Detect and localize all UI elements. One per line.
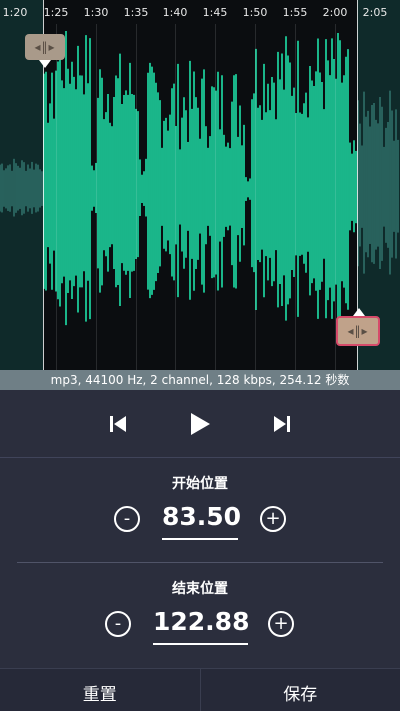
next-button[interactable] bbox=[267, 409, 297, 439]
play-button[interactable] bbox=[185, 409, 215, 439]
tick-label: 1:50 bbox=[242, 6, 268, 19]
end-decrement-button[interactable]: - bbox=[105, 611, 131, 637]
tick-label: 2:00 bbox=[322, 6, 348, 19]
drag-grip-icon: ◂‖▸ bbox=[347, 324, 369, 338]
start-position-value[interactable]: 83.50 bbox=[162, 502, 241, 540]
end-handle[interactable]: ◂‖▸ bbox=[336, 316, 380, 346]
start-position-row: - 83.50 + bbox=[0, 500, 400, 540]
start-position-section: 开始位置 bbox=[0, 473, 400, 493]
tick-label: 1:40 bbox=[162, 6, 188, 19]
end-position-label: 结束位置 bbox=[172, 581, 228, 597]
audio-trimmer: 1:20 1:25 1:30 1:35 1:40 1:45 1:50 1:55 … bbox=[0, 0, 400, 711]
drag-grip-icon: ◂‖▸ bbox=[34, 40, 56, 54]
divider bbox=[0, 457, 400, 458]
grid-line bbox=[136, 24, 137, 370]
grid-line bbox=[96, 24, 97, 370]
transport-controls bbox=[0, 390, 400, 457]
tick-label: 1:45 bbox=[202, 6, 228, 19]
end-position-value[interactable]: 122.88 bbox=[153, 607, 249, 645]
grid-line bbox=[215, 24, 216, 370]
start-decrement-button[interactable]: - bbox=[114, 506, 140, 532]
skip-previous-icon bbox=[110, 415, 126, 432]
file-info-bar: mp3, 44100 Hz, 2 channel, 128 kbps, 254.… bbox=[0, 370, 400, 390]
tick-label: 1:55 bbox=[282, 6, 308, 19]
tick-label: 1:20 bbox=[2, 6, 28, 19]
grid-line bbox=[175, 24, 176, 370]
end-position-section: 结束位置 bbox=[0, 578, 400, 598]
reset-button[interactable]: 重置 bbox=[0, 669, 200, 711]
grid-line bbox=[56, 24, 57, 370]
tick-label: 1:30 bbox=[83, 6, 109, 19]
tick-label: 1:35 bbox=[123, 6, 149, 19]
timeline: 1:20 1:25 1:30 1:35 1:40 1:45 1:50 1:55 … bbox=[0, 6, 400, 26]
grid-line bbox=[255, 24, 256, 370]
start-increment-button[interactable]: + bbox=[260, 506, 286, 532]
tick-label: 2:05 bbox=[362, 6, 388, 19]
divider bbox=[17, 562, 383, 563]
action-bar: 重置 保存 bbox=[0, 668, 400, 711]
previous-button[interactable] bbox=[103, 409, 133, 439]
skip-next-icon bbox=[274, 415, 290, 432]
tick-label: 1:25 bbox=[43, 6, 69, 19]
waveform-editor[interactable]: 1:20 1:25 1:30 1:35 1:40 1:45 1:50 1:55 … bbox=[0, 0, 400, 370]
end-marker-icon bbox=[353, 308, 365, 316]
play-icon bbox=[191, 412, 210, 435]
start-handle[interactable]: ◂‖▸ bbox=[25, 34, 65, 60]
start-position-label: 开始位置 bbox=[172, 476, 228, 492]
start-marker-icon bbox=[39, 60, 51, 68]
end-position-row: - 122.88 + bbox=[0, 605, 400, 645]
save-button[interactable]: 保存 bbox=[201, 669, 400, 711]
grid-line bbox=[295, 24, 296, 370]
end-increment-button[interactable]: + bbox=[268, 611, 294, 637]
